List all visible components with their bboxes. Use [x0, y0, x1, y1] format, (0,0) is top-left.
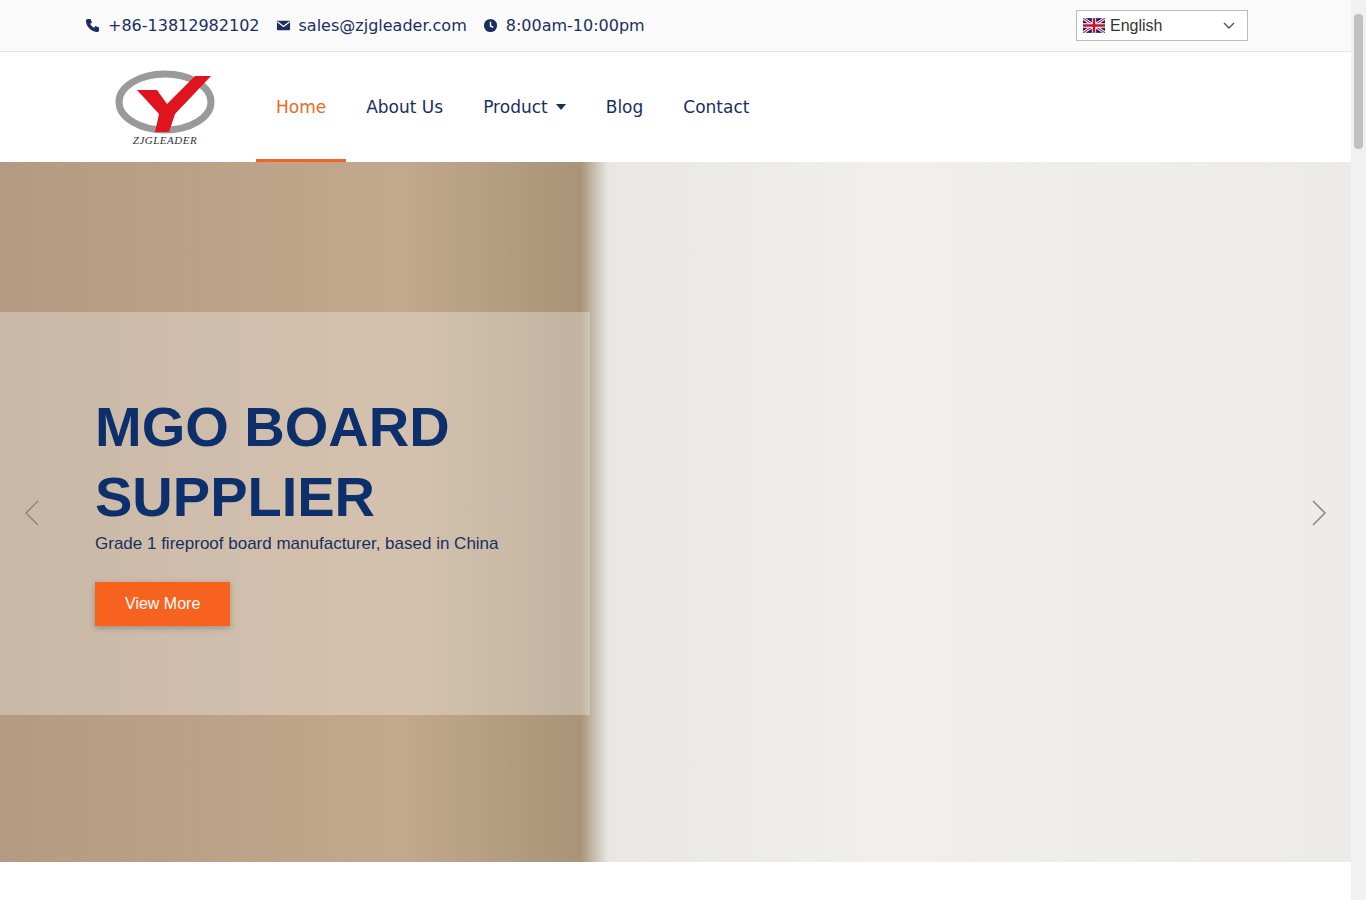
hero-slider: MGO BOARD SUPPLIERGrade 1 fireproof boar… [0, 162, 1351, 862]
logo-icon [115, 68, 215, 134]
language-select[interactable]: English [1076, 10, 1248, 41]
hero-subtitle: Grade 1 fireproof board manufacturer, ba… [95, 532, 590, 556]
hero-title: MGO BOARD SUPPLIER [95, 392, 525, 532]
menu-item[interactable]: Home [256, 52, 346, 162]
main: +86-13812982102 sales@zjgleader.com 8:00am… [0, 0, 1351, 900]
uk-flag-icon [1083, 18, 1105, 33]
nav-bar: ZJGLEADER HomeAbout UsProductBlogContact [0, 52, 1351, 162]
caret-down-icon [556, 104, 566, 110]
menu-item[interactable]: About Us [346, 52, 463, 162]
phone[interactable]: +86-13812982102 [85, 16, 260, 35]
scrollbar-thumb[interactable] [1354, 14, 1363, 149]
content-area [0, 862, 1351, 900]
menu-item[interactable]: Contact [663, 52, 769, 162]
chevron-down-icon [1223, 22, 1235, 30]
top-bar: +86-13812982102 sales@zjgleader.com 8:00am… [0, 0, 1351, 52]
menu-item[interactable]: Blog [586, 52, 664, 162]
logo[interactable]: ZJGLEADER [115, 52, 215, 162]
contact-info: +86-13812982102 sales@zjgleader.com 8:00am… [85, 16, 645, 35]
chevron-right-icon[interactable] [1311, 499, 1327, 527]
hero-panel: MGO BOARD SUPPLIERGrade 1 fireproof boar… [0, 312, 590, 715]
menu-item[interactable]: Product [463, 52, 586, 162]
chevron-left-icon[interactable] [24, 499, 40, 527]
clock-icon [483, 18, 498, 33]
page: +86-13812982102 sales@zjgleader.com 8:00am… [0, 0, 1366, 900]
hours: 8:00am-10:00pm [483, 16, 645, 35]
scrollbar[interactable] [1351, 0, 1366, 900]
mail-icon [276, 18, 291, 33]
view-more-button[interactable]: View More [95, 582, 230, 626]
phone-icon [85, 18, 100, 33]
email[interactable]: sales@zjgleader.com [276, 16, 467, 35]
main-menu: HomeAbout UsProductBlogContact [256, 52, 769, 162]
